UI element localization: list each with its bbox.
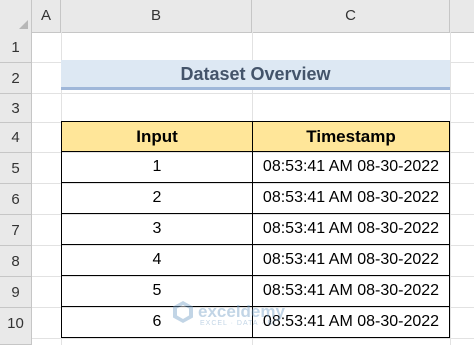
input-cell[interactable]: 4 xyxy=(61,244,253,276)
timestamp-cell[interactable]: 08:53:41 AM 08-30-2022 xyxy=(252,151,450,183)
row-header-3[interactable]: 3 xyxy=(0,94,32,123)
table-row: 2 08:53:41 AM 08-30-2022 xyxy=(61,182,450,214)
timestamp-cell[interactable]: 08:53:41 AM 08-30-2022 xyxy=(252,213,450,245)
input-cell[interactable]: 1 xyxy=(61,151,253,183)
input-cell[interactable]: 6 xyxy=(61,306,253,338)
row-header-7[interactable]: 7 xyxy=(0,215,32,246)
column-header-c[interactable]: C xyxy=(252,0,450,32)
column-header-b[interactable]: B xyxy=(61,0,252,32)
gridline xyxy=(32,93,474,94)
table-row: 6 08:53:41 AM 08-30-2022 xyxy=(61,306,450,338)
table-row: 1 08:53:41 AM 08-30-2022 xyxy=(61,151,450,183)
timestamp-cell[interactable]: 08:53:41 AM 08-30-2022 xyxy=(252,306,450,338)
table-row: 3 08:53:41 AM 08-30-2022 xyxy=(61,213,450,245)
column-header-a[interactable]: A xyxy=(32,0,61,32)
row-header-8[interactable]: 8 xyxy=(0,246,32,277)
timestamp-header-cell[interactable]: Timestamp xyxy=(252,121,450,152)
table-row: 5 08:53:41 AM 08-30-2022 xyxy=(61,275,450,307)
row-header-4[interactable]: 4 xyxy=(0,123,32,153)
timestamp-cell[interactable]: 08:53:41 AM 08-30-2022 xyxy=(252,275,450,307)
timestamp-cell[interactable]: 08:53:41 AM 08-30-2022 xyxy=(252,244,450,276)
table-row: 4 08:53:41 AM 08-30-2022 xyxy=(61,244,450,276)
column-header-row: A B C xyxy=(0,0,474,33)
spreadsheet-grid[interactable]: A B C 1 2 3 4 5 6 7 8 9 10 Dataset Overv… xyxy=(0,0,474,345)
timestamp-cell[interactable]: 08:53:41 AM 08-30-2022 xyxy=(252,182,450,214)
gridline xyxy=(32,338,474,339)
input-cell[interactable]: 3 xyxy=(61,213,253,245)
gridline xyxy=(450,32,451,345)
row-header-1[interactable]: 1 xyxy=(0,32,32,63)
input-cell[interactable]: 2 xyxy=(61,182,253,214)
row-header-6[interactable]: 6 xyxy=(0,184,32,215)
input-cell[interactable]: 5 xyxy=(61,275,253,307)
row-header-9[interactable]: 9 xyxy=(0,277,32,308)
input-header-cell[interactable]: Input xyxy=(61,121,253,152)
row-header-5[interactable]: 5 xyxy=(0,153,32,184)
row-header-10[interactable]: 10 xyxy=(0,308,32,345)
select-all-corner[interactable] xyxy=(0,0,32,32)
dataset-title[interactable]: Dataset Overview xyxy=(61,60,450,90)
row-header-2[interactable]: 2 xyxy=(0,63,32,94)
table-header-row: Input Timestamp xyxy=(61,121,450,152)
select-all-triangle-icon xyxy=(19,20,28,29)
